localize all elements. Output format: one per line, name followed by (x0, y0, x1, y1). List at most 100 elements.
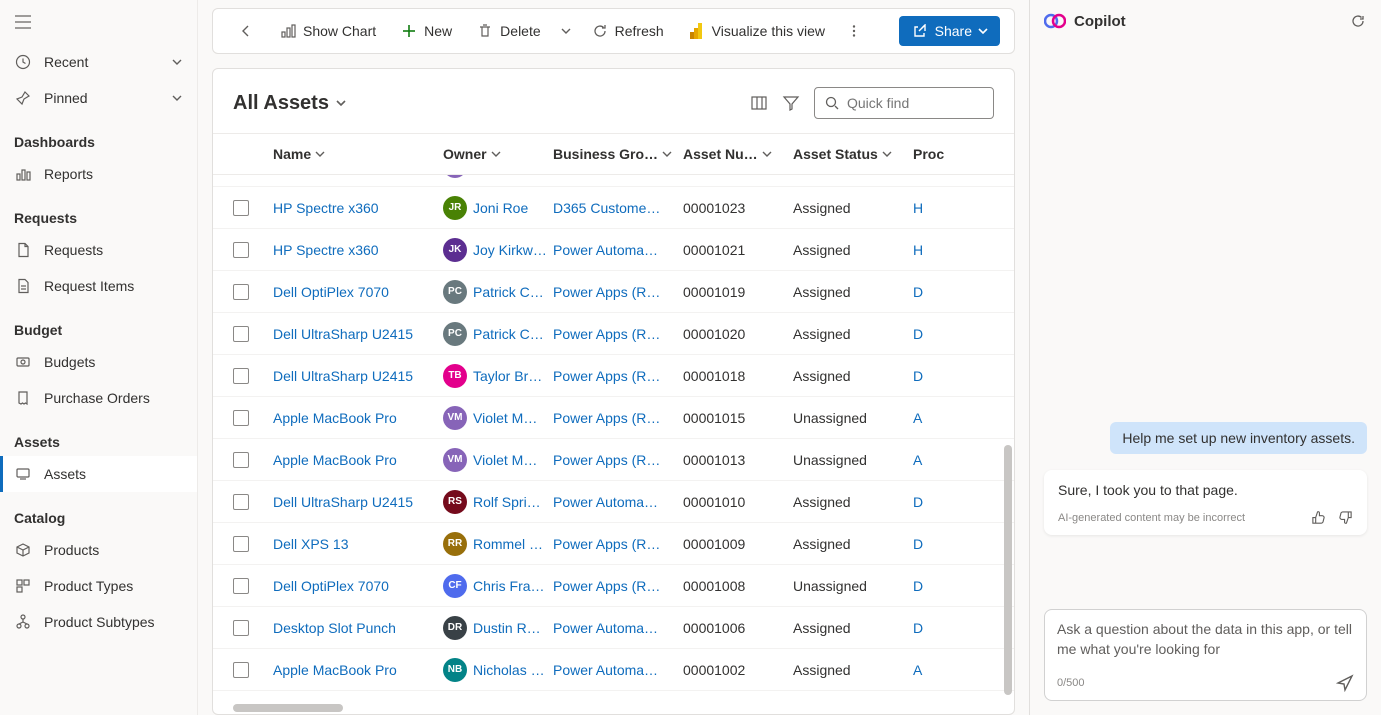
cell-business-group[interactable]: Power Automa… (553, 494, 683, 510)
table-row[interactable]: Dell UltraSharp U2415 PC Patrick C… Powe… (213, 313, 1014, 355)
back-button[interactable] (227, 14, 265, 48)
column-product[interactable]: Proc (913, 146, 953, 162)
cell-owner[interactable]: VM Violet M… (443, 175, 553, 178)
cell-name[interactable]: Dell XPS 13 (273, 536, 443, 552)
quick-find-field[interactable] (847, 95, 1028, 111)
table-row[interactable]: Desktop Slot Punch DR Dustin R… Power Au… (213, 607, 1014, 649)
cell-owner[interactable]: JK Joy Kirkw… (443, 238, 553, 262)
nav-request-items[interactable]: Request Items (0, 268, 197, 304)
table-row[interactable]: Apple MacBook Pro VM Violet M… Power App… (213, 439, 1014, 481)
cell-name[interactable]: HP Spectre x360 (273, 242, 443, 258)
row-checkbox[interactable] (233, 368, 249, 384)
nav-budgets[interactable]: Budgets (0, 344, 197, 380)
nav-recent[interactable]: Recent (0, 44, 197, 80)
nav-requests[interactable]: Requests (0, 232, 197, 268)
cell-business-group[interactable]: Power Apps (R… (553, 284, 683, 300)
quick-find-input[interactable] (814, 87, 994, 119)
cell-owner[interactable]: NB Nicholas … (443, 658, 553, 682)
refresh-button[interactable]: Refresh (581, 14, 674, 48)
overflow-button[interactable] (839, 14, 869, 48)
cell-product[interactable]: D (913, 326, 953, 342)
table-row[interactable]: Apple MacBook Pro NB Nicholas … Power Au… (213, 649, 1014, 691)
cell-product[interactable]: A (913, 662, 953, 678)
cell-business-group[interactable]: Power Automa… (553, 620, 683, 636)
column-business-group[interactable]: Business Gro… (553, 146, 683, 162)
show-chart-button[interactable]: Show Chart (269, 14, 386, 48)
cell-owner[interactable]: VM Violet M… (443, 448, 553, 472)
table-row[interactable]: Dell OptiPlex 7070 CF Chris Fra… Power A… (213, 565, 1014, 607)
table-row[interactable]: HP Spectre x360 JR Joni Roe D365 Custome… (213, 187, 1014, 229)
table-row[interactable]: Dell UltraSharp U2415 RS Rolf Spri… Powe… (213, 481, 1014, 523)
cell-product[interactable]: D (913, 494, 953, 510)
send-button[interactable] (1336, 674, 1354, 692)
row-checkbox[interactable] (233, 410, 249, 426)
cell-name[interactable]: Apple MacBook Pro (273, 662, 443, 678)
cell-product[interactable]: A (913, 452, 953, 468)
cell-product[interactable]: H (913, 242, 953, 258)
cell-owner[interactable]: CF Chris Fra… (443, 574, 553, 598)
cell-business-group[interactable]: Power Apps (R… (553, 452, 683, 468)
row-checkbox[interactable] (233, 662, 249, 678)
nav-products[interactable]: Products (0, 532, 197, 568)
row-checkbox[interactable] (233, 536, 249, 552)
cell-product[interactable]: D (913, 620, 953, 636)
nav-assets[interactable]: Assets (0, 456, 197, 492)
cell-business-group[interactable]: Power Apps (R… (553, 578, 683, 594)
cell-business-group[interactable]: Power Apps (R… (553, 368, 683, 384)
cell-name[interactable]: Dell UltraSharp U2415 (273, 494, 443, 510)
row-checkbox[interactable] (233, 494, 249, 510)
row-checkbox[interactable] (233, 326, 249, 342)
nav-product-types[interactable]: Product Types (0, 568, 197, 604)
nav-product-subtypes[interactable]: Product Subtypes (0, 604, 197, 640)
column-name[interactable]: Name (273, 146, 443, 162)
thumbs-down-button[interactable] (1338, 510, 1353, 525)
row-checkbox[interactable] (233, 620, 249, 636)
cell-owner[interactable]: JR Joni Roe (443, 196, 553, 220)
new-button[interactable]: New (390, 14, 462, 48)
vertical-scrollbar[interactable] (1004, 445, 1012, 695)
nav-pinned[interactable]: Pinned (0, 80, 197, 116)
cell-owner[interactable]: DR Dustin R… (443, 616, 553, 640)
cell-business-group[interactable]: Power Automa… (553, 242, 683, 258)
thumbs-up-button[interactable] (1311, 510, 1326, 525)
cell-name[interactable]: Apple MacBook Pro (273, 410, 443, 426)
horizontal-scrollbar[interactable] (233, 704, 343, 712)
cell-business-group[interactable]: Power Apps (R… (553, 536, 683, 552)
row-checkbox[interactable] (233, 200, 249, 216)
nav-reports[interactable]: Reports (0, 156, 197, 192)
cell-product[interactable]: D (913, 536, 953, 552)
cell-product[interactable]: D (913, 368, 953, 384)
row-checkbox[interactable] (233, 578, 249, 594)
cell-name[interactable]: Dell OptiPlex 7070 (273, 284, 443, 300)
cell-product[interactable]: D (913, 284, 953, 300)
cell-name[interactable]: Dell UltraSharp U2415 (273, 368, 443, 384)
nav-purchase-orders[interactable]: Purchase Orders (0, 380, 197, 416)
cell-owner[interactable]: PC Patrick C… (443, 280, 553, 304)
cell-product[interactable]: A (913, 410, 953, 426)
column-owner[interactable]: Owner (443, 146, 553, 162)
cell-owner[interactable]: PC Patrick C… (443, 322, 553, 346)
cell-product[interactable]: H (913, 200, 953, 216)
filter-button[interactable] (782, 94, 800, 112)
cell-business-group[interactable]: Power Automa… (553, 662, 683, 678)
cell-owner[interactable]: RS Rolf Spri… (443, 490, 553, 514)
cell-name[interactable]: Apple MacBook Pro (273, 452, 443, 468)
share-button[interactable]: Share (899, 16, 1000, 46)
cell-name[interactable]: HP Spectre x360 (273, 200, 443, 216)
table-row[interactable]: Dell OptiPlex 7070 PC Patrick C… Power A… (213, 271, 1014, 313)
cell-owner[interactable]: VM Violet M… (443, 406, 553, 430)
cell-name[interactable]: Dell UltraSharp U2415 (273, 326, 443, 342)
copilot-input-box[interactable]: Ask a question about the data in this ap… (1044, 609, 1367, 701)
table-row[interactable]: Dell UltraSharp U2415 TB Taylor Br… Powe… (213, 355, 1014, 397)
cell-name[interactable]: Desktop Slot Punch (273, 620, 443, 636)
cell-product[interactable]: D (913, 578, 953, 594)
column-asset-status[interactable]: Asset Status (793, 146, 913, 162)
delete-button[interactable]: Delete (466, 14, 550, 48)
cell-business-group[interactable]: Power Apps (R… (553, 410, 683, 426)
row-checkbox[interactable] (233, 242, 249, 258)
delete-split-button[interactable] (555, 14, 577, 48)
row-checkbox[interactable] (233, 452, 249, 468)
refresh-copilot-button[interactable] (1349, 12, 1367, 30)
cell-business-group[interactable]: Power Apps (R… (553, 326, 683, 342)
table-row[interactable]: Apple MacBook Pro VM Violet M… Power App… (213, 175, 1014, 187)
